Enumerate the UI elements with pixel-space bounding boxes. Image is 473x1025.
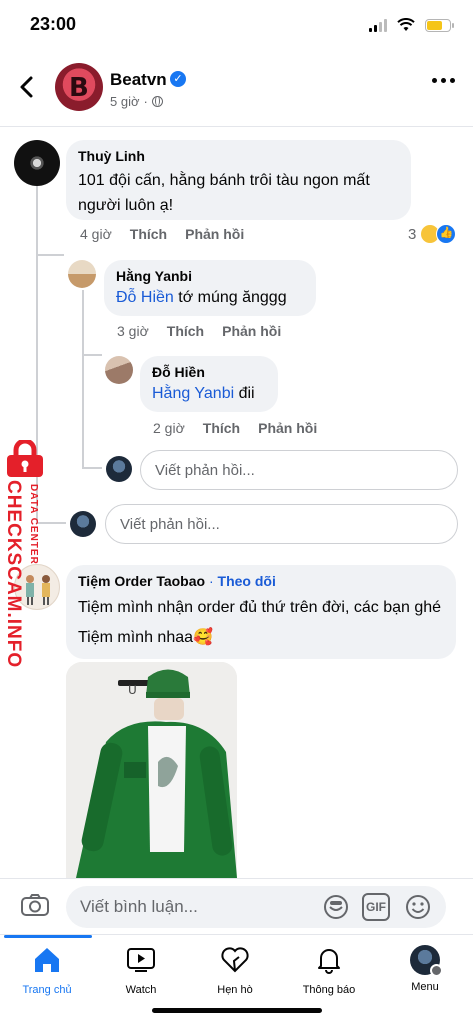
menu-avatar-icon	[410, 945, 443, 977]
tab-watch[interactable]: Watch	[94, 935, 188, 1005]
post-header: B Beatvn ✓ 5 giờ ·	[0, 50, 473, 127]
status-icons	[369, 16, 454, 34]
tab-notifications[interactable]: Thông báo	[282, 935, 376, 1005]
page-name[interactable]: Beatvn	[110, 70, 167, 90]
comment-author-row: Tiệm Order Taobao · Theo dõi	[78, 573, 276, 589]
reaction-summary[interactable]: 3 👍	[408, 224, 457, 244]
battery-icon	[425, 18, 454, 32]
reply-input[interactable]: Viết phản hồi...	[105, 504, 458, 544]
thread-line	[36, 522, 66, 524]
mention-link[interactable]: Đỗ Hiền	[116, 289, 174, 306]
dating-icon	[221, 947, 249, 973]
comment-bubble: Đỗ Hiền Hằng Yanbi đii	[140, 356, 278, 412]
lock-icon	[7, 440, 43, 477]
wifi-icon	[397, 18, 415, 31]
more-icon[interactable]	[432, 78, 455, 83]
my-avatar	[106, 456, 132, 482]
thread-line	[36, 254, 64, 256]
reply-button[interactable]: Phản hồi	[222, 323, 281, 339]
back-arrow-icon[interactable]	[14, 74, 40, 100]
comment-time: 2 giờ	[153, 420, 185, 436]
reply-button[interactable]: Phản hồi	[185, 226, 244, 242]
sticker-icon[interactable]	[322, 893, 350, 921]
reply-button[interactable]: Phản hồi	[258, 420, 317, 436]
comment-bubble: Thuỳ Linh 101 đội cấn, hằng bánh trôi tà…	[66, 140, 411, 220]
avatar[interactable]	[105, 356, 133, 384]
thread-line	[82, 354, 102, 356]
watermark-sub: DATA CENTER	[28, 484, 39, 565]
comment-actions: 3 giờ Thích Phản hồi	[117, 323, 299, 339]
comment-actions: 2 giờ Thích Phản hồi	[153, 420, 335, 436]
comment-time: 4 giờ	[80, 226, 112, 242]
globe-icon	[151, 96, 163, 107]
comment-author[interactable]: Đỗ Hiền	[152, 364, 266, 380]
thread-line	[82, 467, 102, 469]
camera-icon[interactable]	[20, 893, 50, 917]
photo-graphic: U	[66, 662, 237, 878]
mention-link[interactable]: Hằng Yanbi	[152, 385, 234, 402]
watermark-brand: CHECKSCAM.INFO	[3, 480, 24, 669]
tab-label: Watch	[125, 984, 157, 996]
bell-icon	[318, 949, 340, 974]
like-button[interactable]: Thích	[130, 226, 167, 242]
tab-menu[interactable]: Menu	[378, 935, 472, 1005]
post-time-text: 5 giờ	[110, 94, 140, 109]
avatar[interactable]	[14, 140, 60, 186]
my-avatar	[70, 511, 96, 537]
comment-time: 3 giờ	[117, 323, 149, 339]
like-button[interactable]: Thích	[203, 420, 240, 436]
comment-author[interactable]: Tiệm Order Taobao	[78, 573, 205, 589]
tab-label: Thông báo	[302, 984, 356, 996]
like-reaction-icon: 👍	[436, 224, 457, 244]
follow-button[interactable]: Theo dõi	[218, 573, 276, 589]
comment-author[interactable]: Thuỳ Linh	[78, 148, 399, 164]
comment-bubble: Hằng Yanbi Đỗ Hiền tớ múng ănggg	[104, 260, 316, 316]
page-avatar[interactable]: B	[55, 63, 103, 111]
gif-icon[interactable]: GIF	[362, 893, 390, 921]
post-time: 5 giờ ·	[110, 94, 163, 109]
comment-bubble: Tiệm Order Taobao · Theo dõi Tiệm mình n…	[66, 565, 456, 659]
comment-text: 101 đội cấn, hằng bánh trôi tàu ngon mất…	[78, 172, 370, 214]
tab-dating[interactable]: Hẹn hò	[188, 935, 282, 1005]
comment-actions: 4 giờ Thích Phản hồi	[80, 226, 262, 242]
comment-text: Hằng Yanbi đii	[152, 385, 255, 402]
tab-label: Hẹn hò	[217, 984, 253, 996]
comment-photo[interactable]: U	[66, 662, 237, 878]
comment-text: Đỗ Hiền tớ múng ănggg	[116, 289, 287, 306]
reply-input[interactable]: Viết phản hồi...	[140, 450, 458, 490]
emoji-icon[interactable]	[404, 893, 432, 921]
tab-home[interactable]: Trang chủ	[0, 935, 94, 1005]
verified-icon: ✓	[170, 71, 186, 87]
home-indicator	[152, 1008, 322, 1013]
tab-label: Trang chủ	[22, 984, 72, 996]
thread-line	[82, 290, 84, 468]
home-icon	[35, 948, 59, 972]
svg-text:U: U	[128, 683, 137, 697]
status-time: 23:00	[30, 14, 77, 34]
comment-composer: Viết bình luận... GIF	[0, 878, 473, 935]
signal-icon	[369, 18, 387, 32]
avatar[interactable]	[68, 260, 96, 288]
comment-author[interactable]: Hằng Yanbi	[116, 268, 304, 284]
tab-label: Menu	[411, 981, 439, 993]
like-button[interactable]: Thích	[167, 323, 204, 339]
reaction-count: 3	[408, 225, 417, 243]
comment-text: Tiệm mình nhận order đủ thứ trên đời, cá…	[78, 599, 442, 646]
watch-icon	[127, 948, 155, 972]
